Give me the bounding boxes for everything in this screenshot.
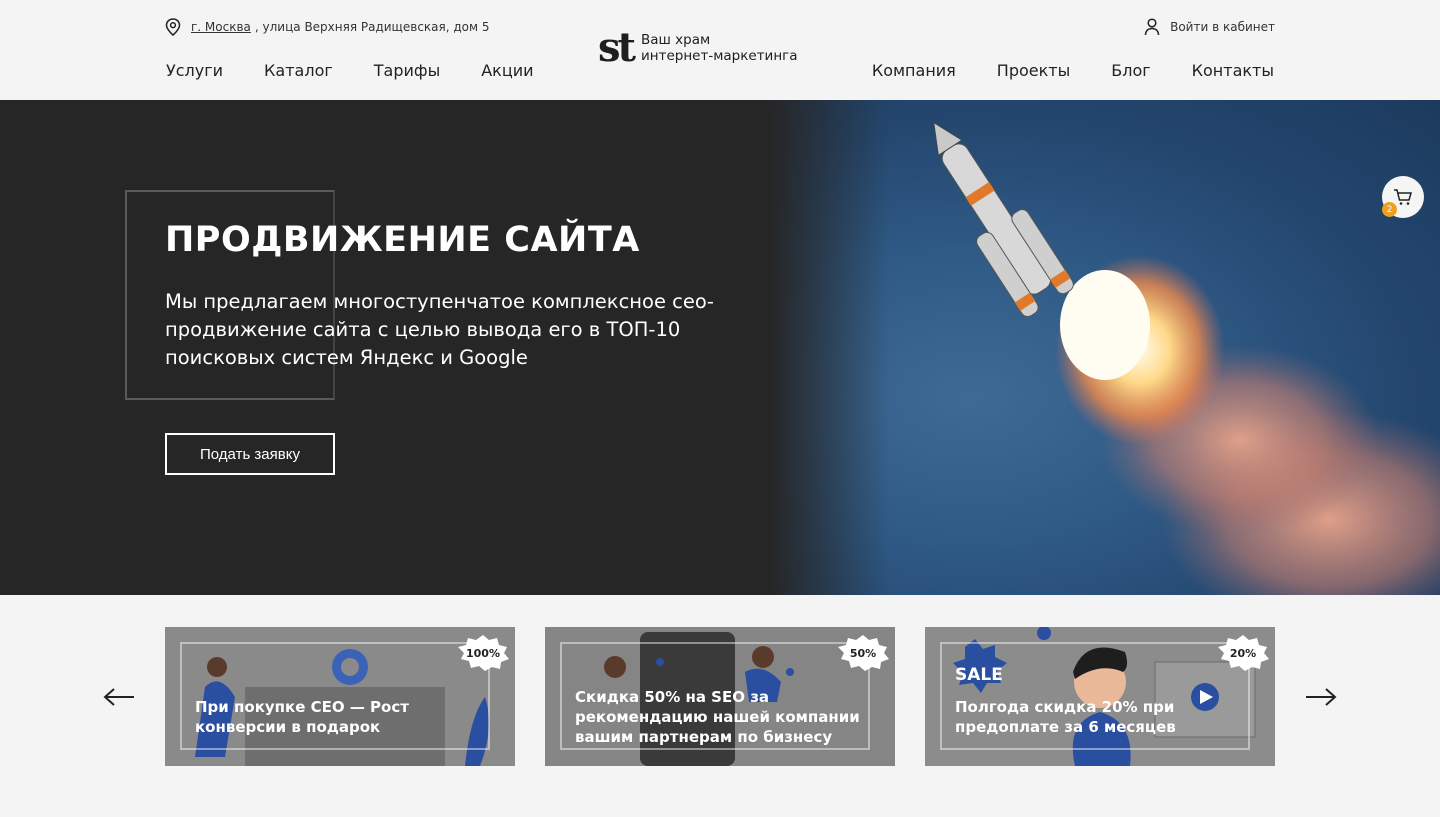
logo[interactable]: st Ваш храм интернет-маркетинга — [598, 28, 798, 68]
carousel-prev-button[interactable] — [102, 683, 136, 715]
login-label: Войти в кабинет — [1170, 20, 1275, 34]
hero-fade — [770, 100, 890, 595]
promo-text: Полгода скидка 20% при предоплате за 6 м… — [955, 698, 1176, 736]
site-header: г. Москва , улица Верхняя Радищевская, д… — [0, 0, 1440, 100]
discount-badge: 20% — [1213, 633, 1273, 673]
nav-item-promotions[interactable]: Акции — [481, 61, 533, 80]
logo-line-2: интернет-маркетинга — [641, 48, 798, 64]
cart-icon — [1394, 189, 1412, 205]
location-pin-icon — [165, 18, 181, 36]
promo-text: При покупке СЕО — Рост конверсии в подар… — [195, 698, 409, 736]
logo-mark: st — [598, 24, 636, 71]
nav-item-tariffs[interactable]: Тарифы — [374, 61, 440, 80]
hero-title: ПРОДВИЖЕНИЕ САЙТА — [165, 220, 640, 260]
nav-item-contacts[interactable]: Контакты — [1192, 61, 1274, 80]
promo-card-1[interactable]: При покупке СЕО — Рост конверсии в подар… — [165, 627, 515, 766]
sale-label: SALE — [955, 665, 1003, 685]
nav-item-catalog[interactable]: Каталог — [264, 61, 333, 80]
badge-value: 20% — [1229, 646, 1257, 660]
discount-badge: 50% — [833, 633, 893, 673]
logo-text: Ваш храм интернет-маркетинга — [641, 32, 798, 64]
carousel-next-button[interactable] — [1304, 683, 1338, 715]
hero-banner: ПРОДВИЖЕНИЕ САЙТА Мы предлагаем многосту… — [0, 100, 1440, 595]
nav-item-projects[interactable]: Проекты — [997, 61, 1070, 80]
submit-request-button[interactable]: Подать заявку — [165, 433, 335, 475]
login-link[interactable]: Войти в кабинет — [1144, 18, 1275, 36]
arrow-right-icon — [1306, 688, 1337, 706]
nav-item-company[interactable]: Компания — [872, 61, 956, 80]
badge-value: 50% — [849, 646, 877, 660]
hero-subtitle: Мы предлагаем многоступенчатое комплексн… — [165, 290, 714, 369]
arrow-left-icon — [103, 688, 134, 706]
badge-value: 100% — [466, 646, 500, 660]
address-text: , улица Верхняя Радищевская, дом 5 — [254, 20, 490, 34]
logo-line-1: Ваш храм — [641, 32, 711, 48]
address: г. Москва , улица Верхняя Радищевская, д… — [165, 18, 490, 36]
promo-card-3[interactable]: SALE Полгода скидка 20% при предоплате з… — [925, 627, 1275, 766]
promo-card-2[interactable]: Скидка 50% на SEO за рекомендацию нашей … — [545, 627, 895, 766]
nav-left: Услуги Каталог Тарифы Акции — [166, 61, 575, 80]
city-link[interactable]: г. Москва — [191, 20, 251, 34]
cart-count-badge: 2 — [1382, 202, 1397, 217]
discount-badge: 100% — [453, 633, 513, 673]
promo-text: Скидка 50% на SEO за рекомендацию нашей … — [575, 688, 860, 746]
nav-item-blog[interactable]: Блог — [1111, 61, 1150, 80]
nav-item-services[interactable]: Услуги — [166, 61, 223, 80]
nav-right: Компания Проекты Блог Контакты — [831, 61, 1274, 80]
user-icon — [1144, 18, 1160, 36]
